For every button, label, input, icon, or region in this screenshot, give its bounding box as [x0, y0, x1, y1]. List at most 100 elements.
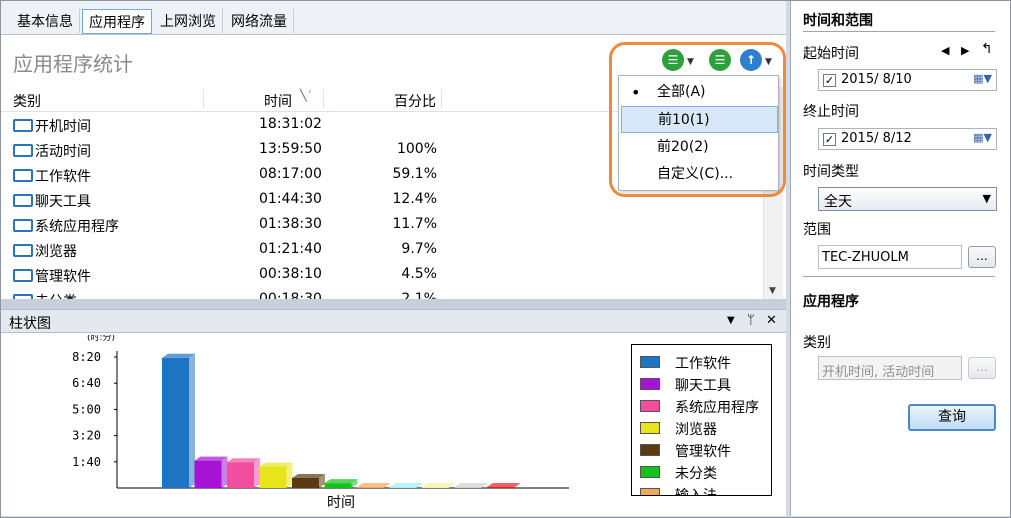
- percent-cell: 11.7%: [392, 216, 437, 232]
- category-text: 活动时间: [35, 144, 91, 160]
- prev-icon[interactable]: ◀: [941, 44, 949, 57]
- column-divider[interactable]: [203, 89, 204, 109]
- section-time-range: 时间和范围: [803, 13, 873, 29]
- panel-menu-icon[interactable]: ▼: [727, 315, 735, 326]
- table-row[interactable]: 管理软件 00:38:10 4.5%: [1, 263, 776, 288]
- bar: [162, 357, 189, 488]
- bar: [389, 486, 417, 488]
- time-cell: 08:17:00: [259, 166, 322, 182]
- close-icon[interactable]: ✕: [766, 313, 777, 328]
- tab-bar: 基本信息 应用程序 上网浏览 网络流量: [1, 1, 786, 35]
- y-tick-label: 1:40: [72, 455, 101, 469]
- scroll-down-icon[interactable]: ▼: [769, 286, 776, 296]
- y-tick-label: 3:20: [72, 429, 101, 443]
- window-icon: [13, 119, 33, 132]
- y-axis-label: (时:分): [87, 335, 115, 343]
- filter-sidebar: 时间和范围 起始时间 ◀ ▶ ↰ ✓ 2015/ 8/10 ▦▼ 终止时间 ✓ …: [790, 1, 1010, 516]
- pane-splitter[interactable]: [1, 299, 786, 309]
- percent-cell: 12.4%: [392, 191, 437, 207]
- window-icon: [13, 169, 33, 182]
- annotation-highlight: [609, 42, 786, 197]
- column-time[interactable]: 时间: [264, 91, 292, 111]
- bar: [422, 486, 449, 488]
- bar-side: [221, 456, 228, 488]
- category-cell: 管理软件: [13, 266, 91, 286]
- category-cell: 活动时间: [13, 141, 91, 161]
- y-tick-label: 5:00: [72, 402, 101, 416]
- scope-browse-button[interactable]: ...: [968, 246, 996, 268]
- end-time-label: 终止时间: [803, 104, 859, 120]
- bar: [194, 460, 222, 488]
- window-icon: [13, 194, 33, 207]
- tab-applications[interactable]: 应用程序: [82, 9, 152, 34]
- table-row[interactable]: 浏览器 01:21:40 9.7%: [1, 238, 776, 263]
- legend-swatch: [640, 422, 660, 434]
- percent-cell: 9.7%: [401, 241, 437, 257]
- time-cell: 18:31:02: [259, 116, 322, 132]
- main-panel: 基本信息 应用程序 上网浏览 网络流量 应用程序统计 ☰ ▼ ☰ ↑ ▼ 类别 …: [1, 1, 786, 516]
- y-tick-label: 6:40: [72, 376, 101, 390]
- start-time-label: 起始时间: [803, 46, 859, 62]
- category-text: 管理软件: [35, 269, 91, 285]
- percent-cell: 100%: [396, 141, 437, 157]
- bar: [227, 462, 254, 488]
- start-date-checkbox[interactable]: ✓: [823, 74, 836, 87]
- column-category[interactable]: 类别: [13, 91, 41, 111]
- bar: [487, 486, 514, 488]
- legend-label: 聊天工具: [675, 378, 731, 394]
- end-date-value: 2015/ 8/12: [841, 131, 912, 146]
- calendar-dropdown-icon[interactable]: ▦▼: [973, 72, 992, 85]
- start-date-value: 2015/ 8/10: [841, 72, 912, 87]
- category-browse-button: ...: [968, 357, 996, 379]
- reset-icon[interactable]: ↰: [981, 41, 993, 57]
- column-divider[interactable]: [323, 89, 324, 109]
- calendar-dropdown-icon[interactable]: ▦▼: [973, 131, 992, 144]
- percent-cell: 4.5%: [401, 266, 437, 282]
- legend-swatch: [640, 444, 660, 456]
- tab-web-browsing[interactable]: 上网浏览: [154, 9, 223, 33]
- bar: [454, 486, 482, 488]
- legend-label: 系统应用程序: [675, 400, 759, 416]
- category-text: 浏览器: [35, 244, 77, 260]
- time-cell: 01:38:30: [259, 216, 322, 232]
- column-divider[interactable]: [441, 89, 442, 109]
- column-percent[interactable]: 百分比: [394, 91, 436, 111]
- bar: [259, 466, 287, 488]
- category-cell: 开机时间: [13, 116, 91, 136]
- bar-side: [254, 458, 260, 488]
- category-text: 工作软件: [35, 169, 91, 185]
- time-cell: 01:21:40: [259, 241, 322, 257]
- tab-network-traffic[interactable]: 网络流量: [225, 9, 294, 33]
- legend-swatch: [640, 488, 660, 495]
- category-text: 聊天工具: [35, 194, 91, 210]
- legend-label: 工作软件: [675, 356, 731, 372]
- time-type-label: 时间类型: [803, 164, 859, 180]
- category-cell: 聊天工具: [13, 191, 91, 211]
- time-type-select[interactable]: 全天 ▼: [818, 187, 997, 211]
- tab-basic-info[interactable]: 基本信息: [11, 9, 80, 33]
- table-row[interactable]: 系统应用程序 01:38:30 11.7%: [1, 213, 776, 238]
- bar: [357, 486, 384, 488]
- query-button[interactable]: 查询: [908, 404, 996, 431]
- scope-label: 范围: [803, 222, 831, 238]
- start-date-picker[interactable]: ✓ 2015/ 8/10 ▦▼: [818, 69, 997, 91]
- scope-field[interactable]: TEC-ZHUOLM: [818, 245, 962, 269]
- legend-swatch: [640, 466, 660, 478]
- window-icon: [13, 244, 33, 257]
- divider: [803, 276, 995, 277]
- end-date-picker[interactable]: ✓ 2015/ 8/12 ▦▼: [818, 128, 997, 150]
- percent-cell: 59.1%: [392, 166, 437, 182]
- legend-label: 未分类: [675, 466, 717, 482]
- window-icon: [13, 144, 33, 157]
- legend-label: 管理软件: [675, 444, 731, 460]
- category-cell: 浏览器: [13, 241, 77, 261]
- pin-icon[interactable]: ᛘ: [747, 313, 755, 328]
- divider: [803, 31, 995, 32]
- bar: [292, 477, 319, 488]
- bar-side: [286, 462, 293, 488]
- window-icon: [13, 219, 33, 232]
- time-type-value: 全天: [824, 194, 852, 210]
- x-axis-label: 时间: [327, 495, 355, 511]
- end-date-checkbox[interactable]: ✓: [823, 133, 836, 146]
- next-icon[interactable]: ▶: [961, 44, 969, 57]
